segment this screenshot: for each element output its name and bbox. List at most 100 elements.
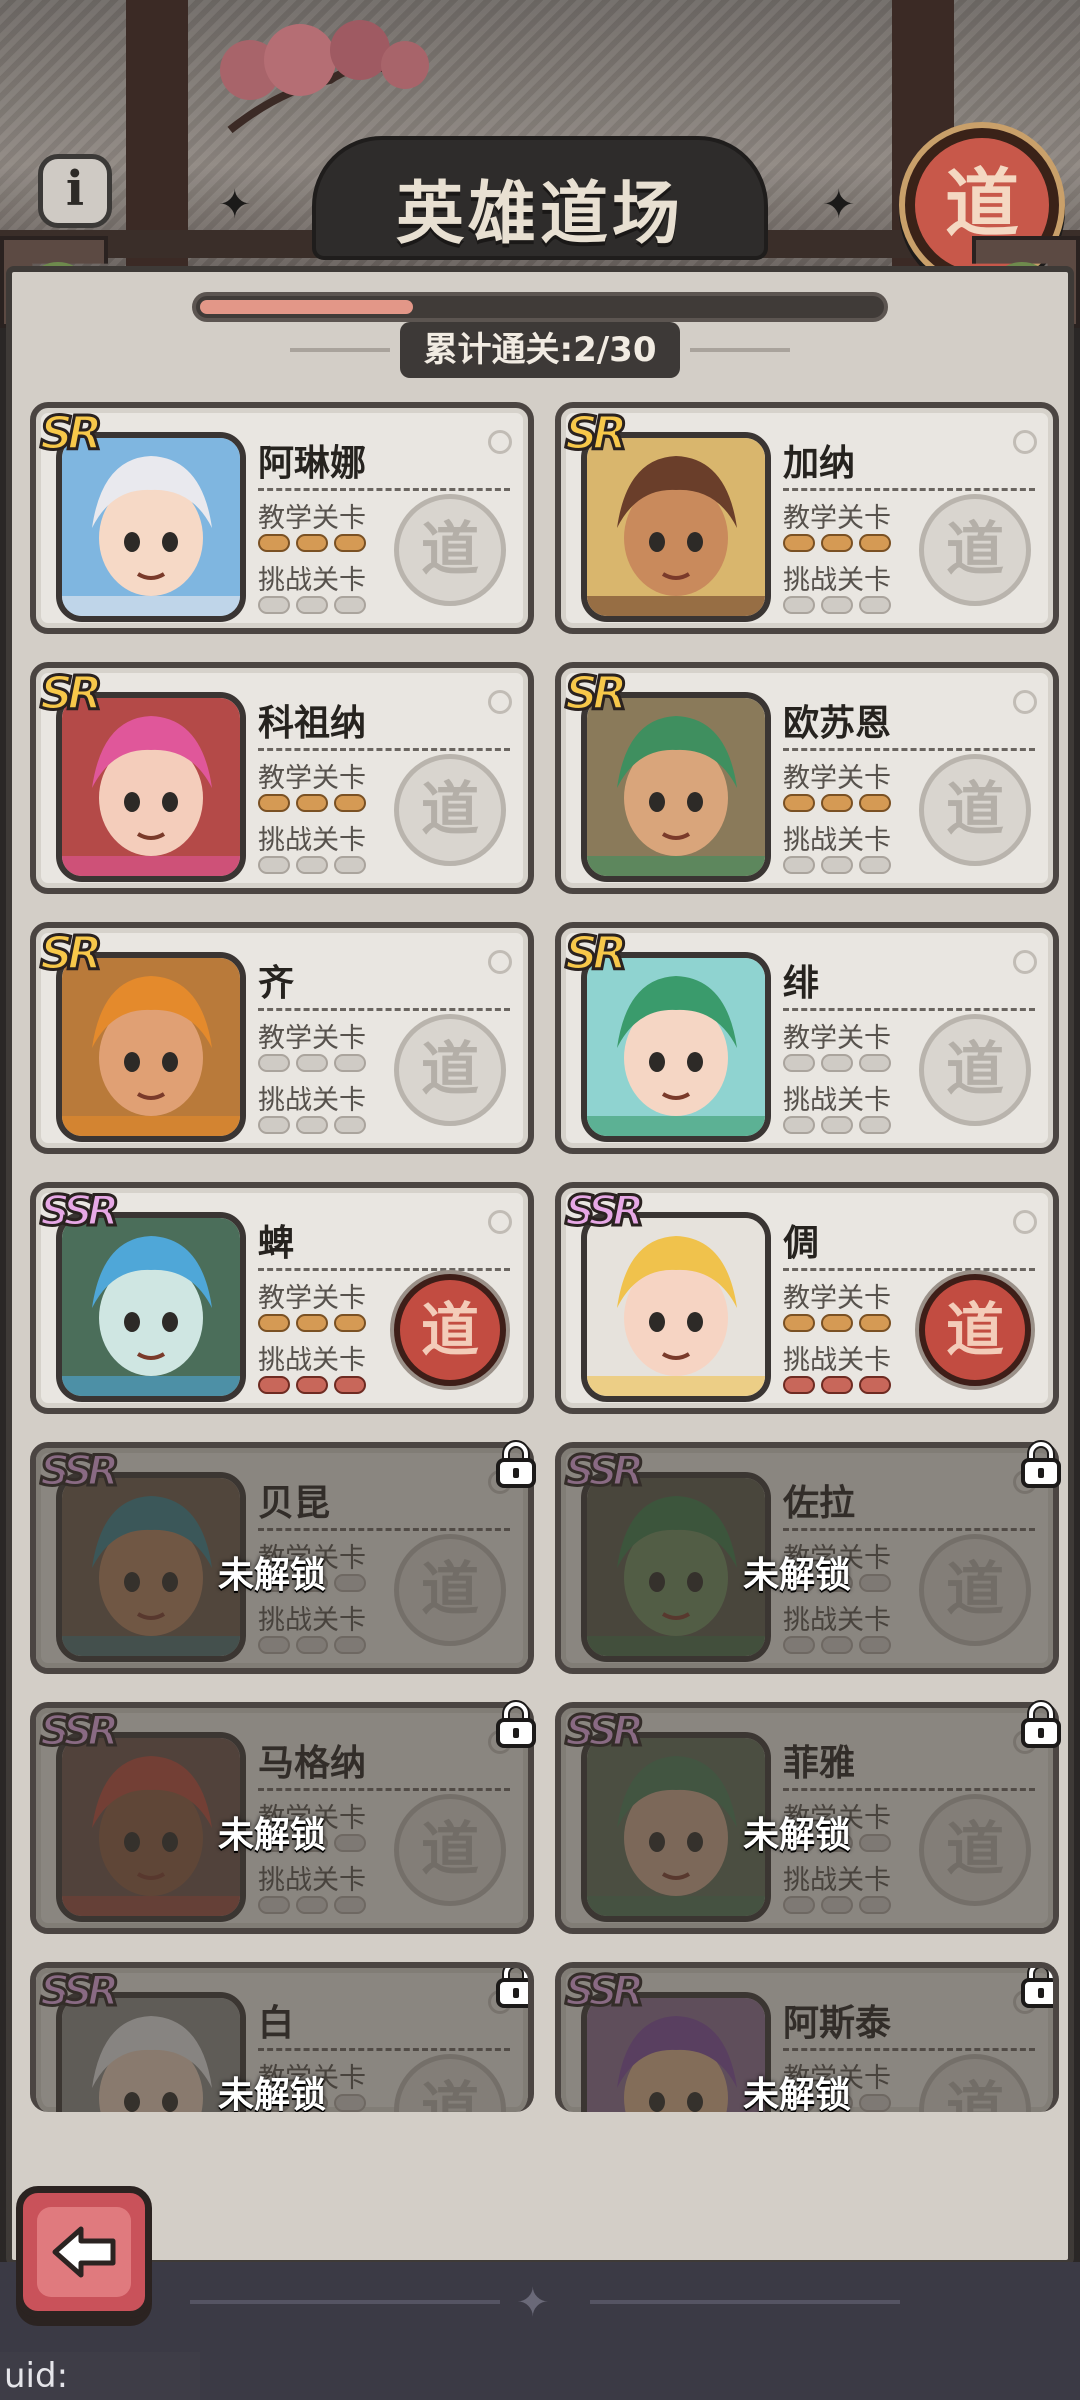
hero-card[interactable]: SSR佐拉教学关卡挑战关卡道未解锁 bbox=[555, 1440, 1061, 1674]
progress-pip bbox=[296, 534, 328, 552]
progress-label: 累计通关:2/30 bbox=[400, 322, 680, 378]
progress-bar bbox=[192, 292, 888, 322]
footer-divider bbox=[590, 2300, 900, 2304]
challenge-progress-pips bbox=[258, 856, 366, 874]
hero-name: 蜱 bbox=[258, 1223, 295, 1264]
progress-pip bbox=[859, 856, 891, 874]
hero-card[interactable]: SSR马格纳教学关卡挑战关卡道未解锁 bbox=[30, 1700, 536, 1934]
progress-fill bbox=[200, 300, 413, 314]
dashed-divider bbox=[258, 1008, 510, 1011]
padlock-icon bbox=[1019, 1968, 1053, 2008]
uid-label: uid: 997478 bbox=[0, 2352, 200, 2400]
progress-pip bbox=[783, 794, 815, 812]
hero-portrait bbox=[56, 1212, 246, 1402]
progress-pip bbox=[296, 1314, 328, 1332]
tutorial-stage-label: 教学关卡 bbox=[258, 1283, 366, 1314]
progress-pip bbox=[859, 1376, 891, 1394]
hero-card[interactable]: SR 绯教学关卡 挑战关卡道 bbox=[555, 922, 1059, 1154]
challenge-stage-label: 挑战关卡 bbox=[783, 565, 891, 596]
challenge-progress-pips bbox=[783, 1116, 891, 1134]
progress-pip bbox=[859, 1054, 891, 1072]
tutorial-progress-pips bbox=[258, 534, 366, 552]
rarity-badge: SSR bbox=[38, 1185, 120, 1237]
progress-pip bbox=[821, 1116, 853, 1134]
dao-seal-icon: 道 bbox=[919, 754, 1031, 866]
hero-name: 欧苏恩 bbox=[783, 703, 892, 744]
progress-pip bbox=[334, 534, 366, 552]
star-ornament-icon: ✦ bbox=[822, 182, 856, 228]
hero-card[interactable]: SSR阿斯泰教学关卡挑战关卡道未解锁 bbox=[555, 1962, 1059, 2112]
info-icon: i bbox=[65, 161, 85, 217]
tutorial-progress-pips bbox=[783, 1054, 891, 1072]
progress-pip bbox=[821, 794, 853, 812]
hero-card[interactable]: SSR 倜教学关卡 挑战关卡道 bbox=[555, 1182, 1059, 1414]
dao-seal-icon: 道 bbox=[919, 494, 1031, 606]
dao-seal-icon: 道 bbox=[919, 1274, 1031, 1386]
hero-card[interactable]: SR 加纳 教学关卡 挑战关卡道 bbox=[555, 402, 1059, 634]
progress-pip bbox=[821, 1314, 853, 1332]
progress-pip bbox=[859, 596, 891, 614]
hero-card[interactable]: SSR贝昆教学关卡挑战关卡道未解锁 bbox=[30, 1440, 536, 1674]
progress-pip bbox=[258, 596, 290, 614]
challenge-progress-pips bbox=[783, 596, 891, 614]
dashed-divider bbox=[783, 1268, 1035, 1271]
hero-portrait bbox=[581, 1212, 771, 1402]
dashed-divider bbox=[258, 748, 510, 751]
locked-label: 未解锁 bbox=[742, 1815, 851, 1856]
padlock-icon bbox=[494, 1700, 538, 1748]
hero-card[interactable]: SSR 蜱教学关卡 挑战关卡道 bbox=[30, 1182, 534, 1414]
tree-illustration bbox=[220, 20, 429, 134]
hero-portrait bbox=[56, 952, 246, 1142]
dao-seal-icon: 道 bbox=[919, 1014, 1031, 1126]
hero-card[interactable]: SR 欧苏恩 教学关卡 挑战关卡道 bbox=[555, 662, 1059, 894]
challenge-progress-pips bbox=[783, 1376, 891, 1394]
rarity-badge: SR bbox=[564, 405, 629, 462]
hero-name: 绯 bbox=[783, 963, 820, 1004]
progress-pip bbox=[334, 1376, 366, 1394]
dashed-divider bbox=[783, 1008, 1035, 1011]
star-ornament-icon: ✦ bbox=[218, 182, 252, 228]
tutorial-stage-label: 教学关卡 bbox=[783, 1023, 891, 1054]
corner-ring-icon bbox=[488, 1210, 512, 1234]
corner-ring-icon bbox=[1013, 430, 1037, 454]
progress-pip bbox=[821, 1054, 853, 1072]
hero-card[interactable]: SSR菲雅教学关卡挑战关卡道未解锁 bbox=[555, 1700, 1061, 1934]
rarity-badge: SR bbox=[39, 925, 104, 982]
info-button[interactable]: i bbox=[38, 154, 112, 228]
dao-seal-icon: 道 bbox=[394, 494, 506, 606]
corner-ring-icon bbox=[488, 690, 512, 714]
back-arrow-icon bbox=[52, 2226, 116, 2278]
hero-card[interactable]: SR 科祖纳 教学关卡 挑战关卡道 bbox=[30, 662, 534, 894]
locked-label: 未解锁 bbox=[217, 2075, 326, 2112]
padlock-icon bbox=[1019, 1700, 1063, 1748]
challenge-progress-pips bbox=[258, 1376, 366, 1394]
progress-pip bbox=[783, 1116, 815, 1134]
progress-pip bbox=[258, 856, 290, 874]
challenge-progress-pips bbox=[783, 856, 891, 874]
hero-card[interactable]: SR 齐教学关卡 挑战关卡道 bbox=[30, 922, 534, 1154]
progress-pip bbox=[783, 1054, 815, 1072]
tutorial-progress-pips bbox=[783, 1314, 891, 1332]
dashed-divider bbox=[258, 1268, 510, 1271]
challenge-stage-label: 挑战关卡 bbox=[258, 825, 366, 856]
rarity-badge: SR bbox=[564, 665, 629, 722]
hero-portrait bbox=[581, 952, 771, 1142]
rarity-badge: SR bbox=[39, 665, 104, 722]
progress-pip bbox=[258, 1314, 290, 1332]
progress-pip bbox=[821, 1376, 853, 1394]
locked-label: 未解锁 bbox=[742, 2075, 851, 2112]
hero-card[interactable]: SR 阿琳娜 教学关卡 挑战关卡道 bbox=[30, 402, 534, 634]
footer-divider bbox=[190, 2300, 500, 2304]
progress-pip bbox=[334, 1314, 366, 1332]
hero-card[interactable]: SSR白教学关卡挑战关卡道未解锁 bbox=[30, 1962, 534, 2112]
back-button[interactable] bbox=[16, 2186, 152, 2318]
rarity-badge: SR bbox=[39, 405, 104, 462]
progress-pip bbox=[258, 1054, 290, 1072]
progress-pip bbox=[296, 596, 328, 614]
challenge-stage-label: 挑战关卡 bbox=[258, 565, 366, 596]
progress-pip bbox=[783, 534, 815, 552]
divider-ornament bbox=[290, 348, 390, 352]
challenge-progress-pips bbox=[258, 596, 366, 614]
progress-pip bbox=[258, 534, 290, 552]
corner-ring-icon bbox=[1013, 1210, 1037, 1234]
